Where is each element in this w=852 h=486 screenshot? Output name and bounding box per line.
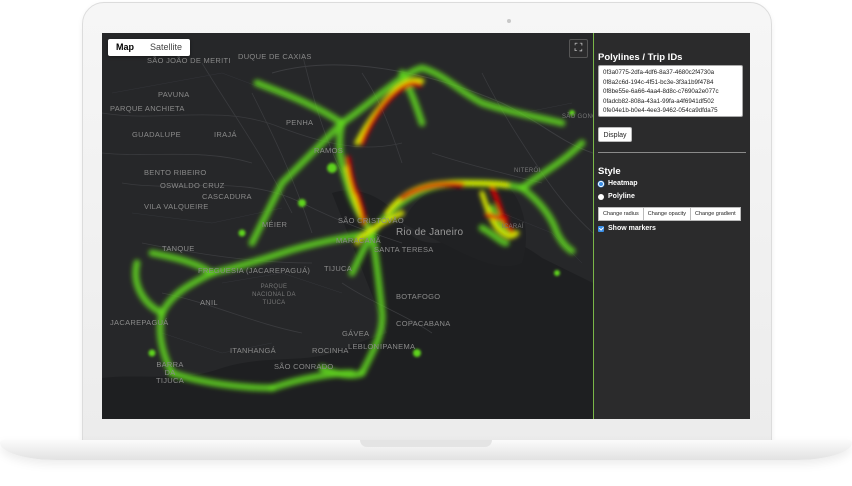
place-label: DUQUE DE CAXIAS — [238, 52, 312, 61]
trip-id-line: 0fadcb82-808a-43a1-99fa-a4f6941df502 — [603, 97, 715, 105]
place-label: PARQUE NACIONAL DA TIJUCA — [252, 284, 296, 306]
style-option-label: Heatmap — [608, 180, 638, 187]
show-markers-label: Show markers — [608, 225, 656, 232]
place-label: ICARAÍ — [502, 224, 524, 230]
control-panel: Polylines / Trip IDs 0f3a0775-2dfa-4df6-… — [594, 33, 750, 419]
place-label: NITERÓI — [514, 168, 541, 174]
laptop-notch — [360, 440, 492, 447]
change-opacity-button[interactable]: Change opacity — [643, 207, 692, 221]
place-label: OSWALDO CRUZ — [160, 181, 225, 190]
change-gradient-button[interactable]: Change gradient — [691, 207, 741, 221]
place-label: ITANHANGÁ — [230, 346, 276, 355]
show-markers-toggle[interactable]: Show markers — [598, 225, 656, 232]
panel-title: Polylines / Trip IDs — [598, 52, 683, 63]
display-button[interactable]: Display — [598, 127, 632, 142]
map-type-control[interactable]: Map Satellite — [108, 39, 191, 56]
place-label: MÉIER — [262, 220, 288, 229]
place-label: COPACABANA — [396, 319, 451, 328]
place-label: SÃO CONRADO — [274, 362, 334, 371]
place-label: GUADALUPE — [132, 130, 181, 139]
place-label: PARQUE ANCHIETA — [110, 104, 185, 113]
place-label: IPANEMA — [380, 342, 416, 351]
place-label: MARACANÃ — [336, 236, 381, 245]
trip-id-line: 0f8be55e-6a66-4aa4-8d8c-c7690a2e077c — [603, 88, 719, 95]
trip-ids-textarea[interactable]: 0f3a0775-2dfa-4df6-8a37-4680c2f4730a 0f8… — [598, 65, 743, 117]
style-option-polyline[interactable]: Polyline — [598, 193, 635, 200]
place-label: SÃO CRISTÓVÃO — [338, 216, 404, 225]
radio-selected-icon[interactable] — [598, 180, 604, 187]
map-view[interactable]: DUQUE DE CAXIAS SÃO JOÃO DE MERITI PAVUN… — [102, 33, 593, 419]
heatmap-button-group: Change radius Change opacity Change grad… — [598, 207, 741, 221]
map-type-map-button[interactable]: Map — [108, 39, 142, 56]
trip-id-line: 0f8a2c6d-194c-4f51-bc3e-3f3a1b9f4784 — [603, 78, 714, 86]
radio-unselected-icon[interactable] — [598, 193, 604, 200]
fullscreen-icon[interactable]: ⛶ — [569, 39, 588, 58]
style-option-label: Polyline — [608, 193, 635, 200]
change-radius-button[interactable]: Change radius — [598, 207, 644, 221]
place-label: CASCADURA — [202, 192, 252, 201]
place-label: IRAJÁ — [214, 130, 237, 139]
camera-icon — [507, 19, 511, 23]
place-label: TIJUCA — [324, 264, 353, 273]
place-label: RAMOS — [314, 146, 344, 155]
map-type-satellite-button[interactable]: Satellite — [142, 39, 190, 56]
trip-id-line: 0f3a0775-2dfa-4df6-8a37-4680c2f4730a — [603, 69, 715, 76]
place-label: PAVUNA — [158, 90, 190, 99]
place-label: ROCINHA — [312, 346, 349, 355]
place-label: VILA VALQUEIRE — [144, 202, 209, 211]
place-label: FREGUESIA (JACAREPAGUÁ) — [198, 266, 311, 275]
style-title: Style — [598, 166, 621, 177]
place-label: JACAREPAGUÁ — [110, 318, 169, 327]
place-label: SÃO GONÇALO — [562, 114, 593, 120]
place-label: PENHA — [286, 118, 314, 127]
place-label: BARRA DA TIJUCA — [155, 360, 185, 385]
style-option-heatmap[interactable]: Heatmap — [598, 180, 638, 187]
place-label: ANIL — [200, 298, 218, 307]
divider — [598, 152, 746, 153]
place-label: SÃO JOÃO DE MERITI — [147, 56, 231, 65]
place-label: GÁVEA — [342, 329, 370, 338]
trip-id-line: 0fe04e1b-b0e4-4ee3-9462-054ca9dfda75 — [603, 107, 718, 114]
place-label: BENTO RIBEIRO — [144, 168, 207, 177]
checkbox-checked-icon[interactable] — [598, 225, 604, 232]
place-label: SANTA TERESA — [374, 245, 434, 254]
screen: DUQUE DE CAXIAS SÃO JOÃO DE MERITI PAVUN… — [102, 33, 750, 419]
city-label: Rio de Janeiro — [396, 227, 464, 238]
place-label: BOTAFOGO — [396, 292, 441, 301]
place-label: LEBLON — [348, 342, 380, 351]
place-label: TANQUE — [162, 244, 195, 253]
